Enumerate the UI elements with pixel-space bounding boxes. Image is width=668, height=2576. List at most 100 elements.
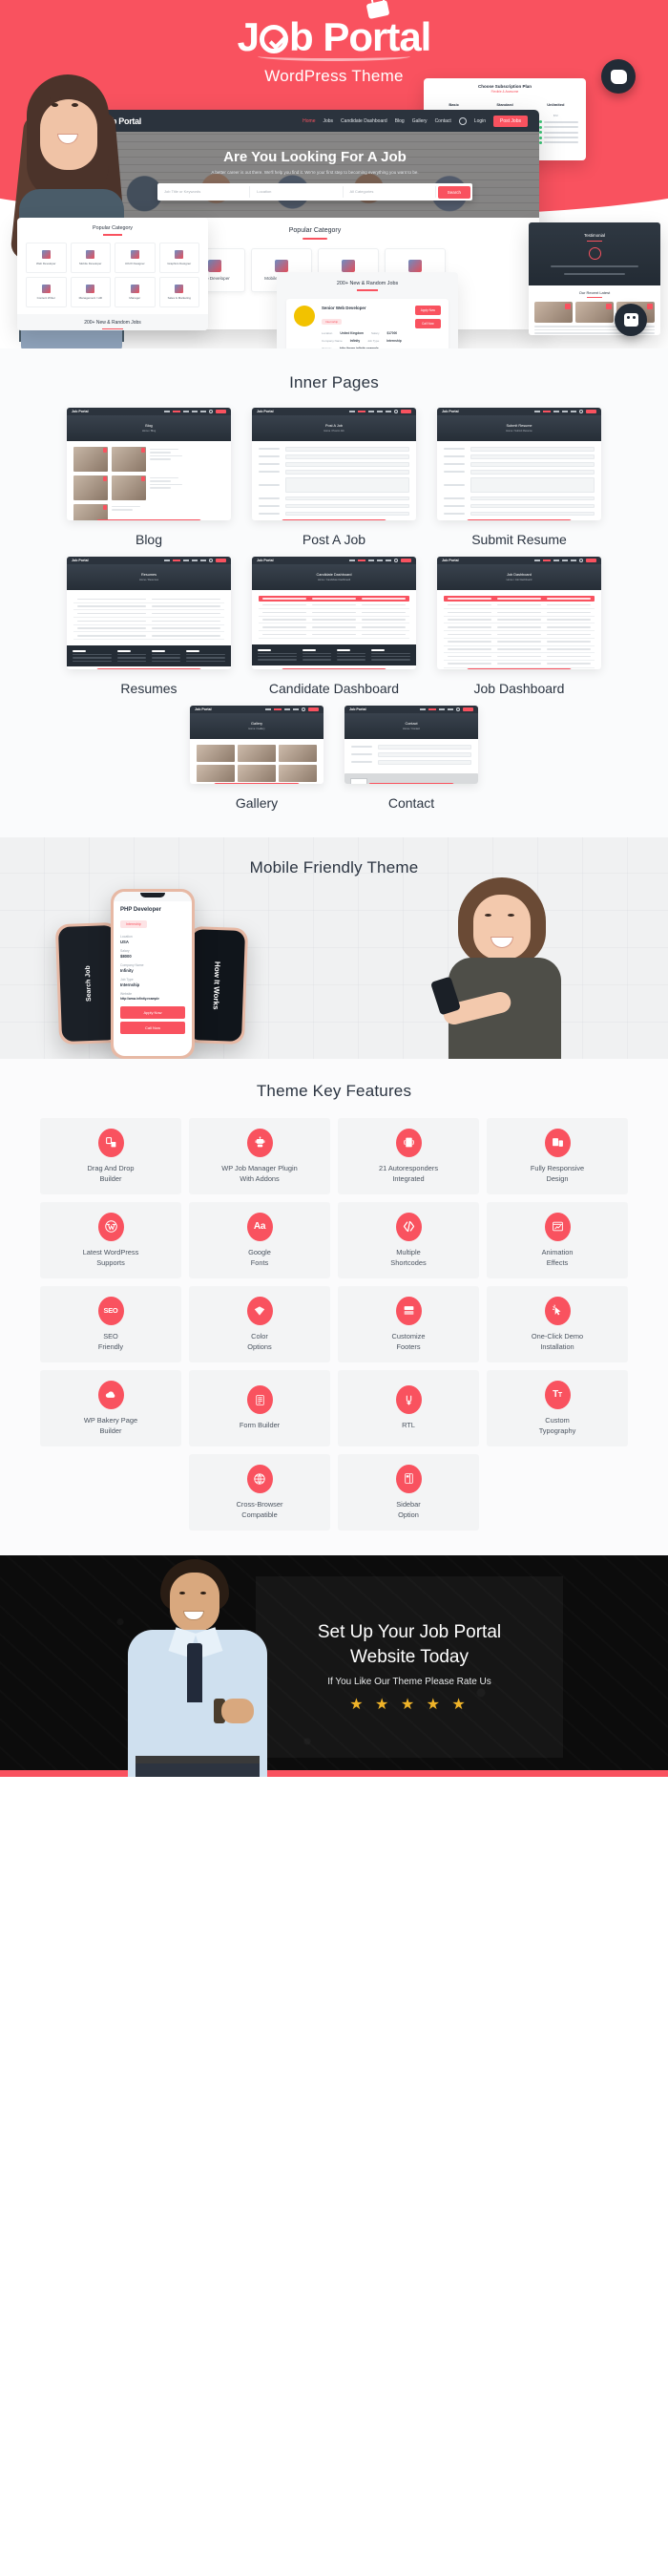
meta-key: Salary: [370, 330, 380, 335]
inner-page-card[interactable]: Job Portal Blog Home / Blog Blog: [67, 408, 231, 547]
screenshot-body: [67, 590, 231, 645]
menu-item-home[interactable]: Home: [303, 118, 315, 124]
globe-icon: [246, 1464, 273, 1493]
feature-card[interactable]: 21 Autoresponders Integrated: [338, 1118, 479, 1194]
category-tile[interactable]: Graphics Designer: [158, 242, 199, 273]
page-screenshot: Job Portal Resumes Home / Resumes: [67, 557, 231, 669]
cta-bottom-strip: [0, 1770, 668, 1777]
user-avatar-icon[interactable]: [458, 116, 467, 125]
feature-card[interactable]: Animation Effects: [487, 1202, 628, 1278]
phone-field: Salary $8000: [120, 949, 185, 959]
banner-title: Submit Resume: [506, 424, 532, 428]
category-tile[interactable]: Web Developer: [26, 242, 67, 273]
inner-page-card[interactable]: Job Portal Submit Resume Home / Submit Re…: [437, 408, 601, 547]
inner-page-label: Candidate Dashboard: [268, 681, 400, 696]
check-circle-icon: [260, 25, 288, 53]
inner-pages-rows: Job Portal Blog Home / Blog Blog Job Port…: [0, 408, 668, 811]
pricing-subtitle: Flexible & Awesome: [491, 90, 519, 94]
call-now-button[interactable]: Call Now: [414, 318, 441, 328]
inner-pages-title: Inner Pages: [289, 373, 379, 391]
apply-now-button[interactable]: Apply Now: [414, 305, 441, 315]
gallery-grid: [197, 745, 317, 782]
search-keyword-input[interactable]: Job Title or Keywords: [159, 186, 251, 199]
map-glyph-icon: [610, 69, 627, 84]
robot-icon: [246, 1128, 273, 1157]
feature-card[interactable]: One-Click Demo Installation: [487, 1286, 628, 1362]
search-location-input[interactable]: Location: [252, 186, 344, 199]
menu-item-candidate-dashboard[interactable]: Candidate Dashboard: [341, 118, 387, 124]
category-tile[interactable]: Content Writer: [26, 276, 67, 307]
category-tile[interactable]: Sales & Marketing: [158, 276, 199, 307]
feature-card[interactable]: Form Builder: [189, 1370, 330, 1446]
category-label: Manager: [129, 295, 141, 300]
typography-tt-icon: TT: [544, 1380, 571, 1409]
title-underline: [587, 297, 602, 299]
feature-label: Customize Footers: [391, 1331, 426, 1351]
screenshot-body: [344, 739, 478, 773]
category-tile[interactable]: UI/UX Designer: [115, 242, 156, 273]
job-title: Senior Web Developer: [322, 305, 366, 310]
job-list-item[interactable]: Senior Web Developer Internship Location…: [286, 298, 449, 349]
page-screenshot: Job Portal Submit Resume Home / Submit Re…: [437, 408, 601, 520]
feature-label: Color Options: [247, 1331, 272, 1351]
menu-item-gallery[interactable]: Gallery: [412, 118, 428, 124]
feature-card[interactable]: RTL: [338, 1370, 479, 1446]
inner-page-card[interactable]: Job Portal Contact Home / Contact Contact: [344, 706, 478, 811]
feature-card[interactable]: WP Job Manager Plugin With Addons: [189, 1118, 330, 1194]
screenshot-navbar: Job Portal: [190, 706, 324, 713]
feature-card[interactable]: TT Custom Typography: [487, 1370, 628, 1446]
post-jobs-button: [308, 707, 319, 711]
screenshot-navbar: Job Portal: [252, 408, 416, 415]
inner-page-card[interactable]: Job Portal Gallery Home / Gallery Gallery: [190, 706, 324, 811]
job-website-row: Website http://www.infinity.example: [322, 347, 408, 349]
contact-map[interactable]: [344, 773, 478, 784]
category-tile[interactable]: Management / HR: [70, 276, 111, 307]
screenshot-logo: Job Portal: [349, 707, 366, 711]
recent-latest-title: Our Recent Latest: [578, 290, 611, 295]
feature-card[interactable]: Sidebar Option: [338, 1454, 479, 1531]
feature-card[interactable]: WP Bakery Page Builder: [40, 1370, 181, 1446]
preview-search-bar[interactable]: Job Title or Keywords Location All Categ…: [157, 183, 472, 201]
inner-page-card[interactable]: Job Portal Post A Job Home / Post A Job: [252, 408, 416, 547]
menu-item-jobs[interactable]: Jobs: [323, 118, 333, 124]
inner-page-card[interactable]: Job Portal Resumes Home / Resumes Resume…: [67, 557, 231, 696]
login-link[interactable]: Login: [474, 118, 486, 124]
field-key: Company Name: [120, 963, 144, 967]
field-value: $8000: [120, 954, 132, 959]
feature-label: Google Fonts: [248, 1247, 271, 1267]
inner-page-card[interactable]: Job Portal Job Dashboard Home / Job Dashb…: [437, 557, 601, 696]
screenshot-navbar: Job Portal: [67, 408, 231, 415]
content-writer-icon: [41, 284, 51, 293]
feature-card[interactable]: Cross-Browser Compatible: [189, 1454, 330, 1531]
feature-card[interactable]: Multiple Shortcodes: [338, 1202, 479, 1278]
phone-apply-now-button[interactable]: Apply Now: [120, 1006, 185, 1019]
post-jobs-button[interactable]: Post Jobs: [493, 115, 528, 127]
category-tile[interactable]: Mobile Developer: [70, 242, 111, 273]
inner-page-card[interactable]: Job Portal Candidate Dashboard Home / Can…: [252, 557, 416, 696]
feature-card[interactable]: Customize Footers: [338, 1286, 479, 1362]
search-button[interactable]: Search: [437, 185, 471, 199]
post-jobs-button: [463, 707, 473, 711]
cta-section: Set Up Your Job Portal Website Today If …: [0, 1555, 668, 1777]
feature-card[interactable]: Latest WordPress Supports: [40, 1202, 181, 1278]
feature-card[interactable]: Aa Google Fonts: [189, 1202, 330, 1278]
banner-crumb: Home / Job Dashboard: [506, 579, 532, 581]
screenshot-banner: Submit Resume Home / Submit Resume: [437, 415, 601, 441]
feature-card[interactable]: SEO SEO Friendly: [40, 1286, 181, 1362]
float-category-title: Popular Category: [93, 225, 133, 231]
category-tile[interactable]: Manager: [115, 276, 156, 307]
screenshot-body: [67, 441, 231, 520]
code-brackets-icon: [395, 1212, 422, 1241]
feature-card[interactable]: Fully Responsive Design: [487, 1118, 628, 1194]
feature-card[interactable]: Drag And Drop Builder: [40, 1118, 181, 1194]
menu-item-contact[interactable]: Contact: [435, 118, 451, 124]
feature-card[interactable]: Color Options: [189, 1286, 330, 1362]
rating-stars[interactable]: ★ ★ ★ ★ ★: [349, 1695, 470, 1714]
search-category-select[interactable]: All Categories: [345, 186, 436, 199]
phone-call-now-button[interactable]: Call Now: [120, 1022, 185, 1034]
inner-page-label: Gallery: [235, 795, 279, 811]
menu-item-blog[interactable]: Blog: [395, 118, 405, 124]
phone-actions: Apply Now Call Now: [120, 1006, 185, 1034]
field-key: Salary: [120, 949, 130, 953]
screenshot-logo: Job Portal: [72, 410, 89, 413]
